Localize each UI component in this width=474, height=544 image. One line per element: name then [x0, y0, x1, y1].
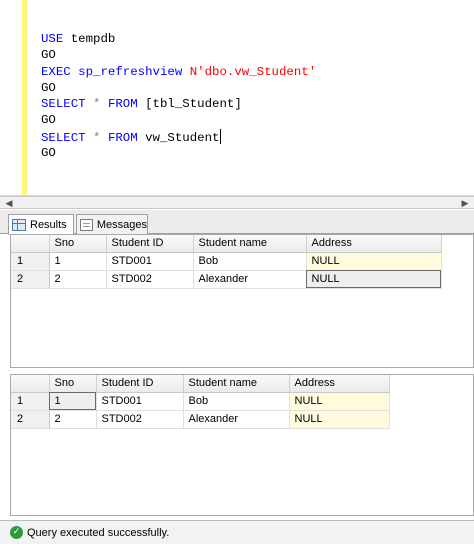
cell-address[interactable]: NULL [306, 252, 442, 271]
tab-results-label: Results [30, 219, 67, 231]
code-token: * [85, 130, 108, 145]
code-token: GO [41, 80, 56, 95]
status-bar: ✓ Query executed successfully. [0, 520, 474, 544]
status-text: Query executed successfully. [27, 526, 170, 539]
result-grid-2[interactable]: Sno Student ID Student name Address 1 1 … [10, 374, 474, 516]
column-header-sno[interactable]: Sno [49, 235, 107, 253]
cell-sno[interactable]: 2 [49, 410, 97, 429]
sql-code[interactable]: USE tempdb GO EXEC sp_refreshview N'dbo.vw… [41, 31, 316, 161]
column-header-student-name[interactable]: Student name [193, 235, 307, 253]
table-row: 2 2 STD002 Alexander NULL [11, 270, 442, 289]
code-token: * [85, 97, 108, 112]
results-grid-icon [12, 219, 26, 231]
code-token: sp_refreshview [70, 64, 190, 79]
column-header-student-id[interactable]: Student ID [96, 375, 184, 393]
table-row: 1 1 STD001 Bob NULL [11, 392, 390, 411]
code-token: N'dbo.vw_Student' [189, 64, 317, 79]
code-token: [tbl_Student] [137, 97, 242, 112]
cell-student-id[interactable]: STD002 [106, 270, 194, 289]
text-caret [220, 128, 222, 144]
column-header-student-name[interactable]: Student name [183, 375, 290, 393]
code-token: GO [41, 48, 56, 63]
header-row: Sno Student ID Student name Address [11, 235, 442, 253]
tab-messages-label: Messages [96, 218, 147, 231]
code-token: GO [41, 113, 56, 128]
tab-results[interactable]: Results [8, 214, 74, 235]
result-table-2: Sno Student ID Student name Address 1 1 … [11, 375, 390, 429]
result-table-1: Sno Student ID Student name Address 1 1 … [11, 235, 442, 289]
header-row: Sno Student ID Student name Address [11, 375, 390, 393]
cell-student-id[interactable]: STD001 [96, 392, 184, 411]
code-line[interactable]: EXEC sp_refreshview N'dbo.vw_Student' [41, 64, 316, 80]
cell-student-name[interactable]: Alexander [193, 270, 307, 289]
column-header-student-id[interactable]: Student ID [106, 235, 194, 253]
cell-sno[interactable]: 1 [49, 252, 107, 271]
code-line[interactable]: GO [41, 80, 316, 96]
code-token: EXEC [41, 64, 71, 79]
code-line[interactable]: GO [41, 47, 316, 63]
cell-student-id[interactable]: STD001 [106, 252, 194, 271]
corner-cell[interactable] [11, 235, 50, 253]
check-circle-icon: ✓ [10, 526, 23, 539]
column-header-sno[interactable]: Sno [49, 375, 97, 393]
code-token: SELECT [41, 130, 86, 145]
corner-cell[interactable] [11, 375, 50, 393]
code-token: SELECT [41, 97, 86, 112]
table-row: 2 2 STD002 Alexander NULL [11, 410, 390, 429]
row-number[interactable]: 1 [11, 252, 50, 271]
row-number[interactable]: 1 [11, 392, 50, 411]
editor-horizontal-scrollbar[interactable]: ◀ ▶ [0, 196, 474, 209]
row-number[interactable]: 2 [11, 410, 50, 429]
editor-gutter [0, 0, 18, 195]
cell-student-name[interactable]: Bob [193, 252, 307, 271]
code-token: GO [41, 146, 56, 161]
cell-sno-selected[interactable]: 1 [49, 392, 97, 411]
code-token: vw_Student [137, 130, 220, 145]
code-token: tempdb [63, 32, 116, 46]
code-line[interactable]: SELECT * FROM [tbl_Student] [41, 96, 316, 112]
query-editor[interactable]: USE tempdb GO EXEC sp_refreshview N'dbo.vw… [0, 0, 474, 196]
code-token: USE [41, 32, 64, 46]
column-header-address[interactable]: Address [289, 375, 390, 393]
scroll-right-icon[interactable]: ▶ [458, 198, 472, 208]
scroll-left-icon[interactable]: ◀ [2, 198, 16, 208]
cell-student-id[interactable]: STD002 [96, 410, 184, 429]
cell-address[interactable]: NULL [289, 410, 390, 429]
change-tracking-margin [22, 0, 27, 195]
messages-icon [80, 218, 93, 231]
code-token: FROM [107, 130, 138, 145]
results-tab-strip: Results Messages [0, 210, 474, 235]
cell-sno[interactable]: 2 [49, 270, 107, 289]
cell-address[interactable]: NULL [289, 392, 390, 411]
tab-messages[interactable]: Messages [76, 214, 148, 234]
code-line[interactable]: SELECT * FROM vw_Student [41, 128, 316, 145]
code-line[interactable]: USE tempdb [41, 31, 316, 47]
table-row: 1 1 STD001 Bob NULL [11, 252, 442, 271]
column-header-address[interactable]: Address [306, 235, 442, 253]
code-line[interactable]: GO [41, 112, 316, 128]
cell-student-name[interactable]: Alexander [183, 410, 290, 429]
result-grid-1[interactable]: Sno Student ID Student name Address 1 1 … [10, 234, 474, 368]
cell-student-name[interactable]: Bob [183, 392, 290, 411]
code-token: FROM [107, 97, 138, 112]
cell-address-selected[interactable]: NULL [306, 270, 442, 289]
code-line[interactable]: GO [41, 145, 316, 161]
row-number[interactable]: 2 [11, 270, 50, 289]
